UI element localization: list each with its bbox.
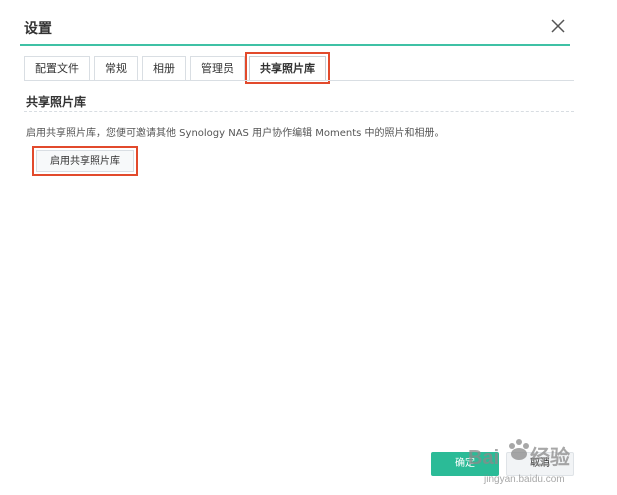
tabs-divider [24,80,574,81]
close-button[interactable] [548,16,568,36]
section-divider [24,111,574,112]
cancel-button[interactable]: 取消 [506,452,574,476]
settings-dialog: 设置 配置文件 常规 相册 管理员 共享照片库 共享照片库 启用共享照片库，您便… [8,0,608,495]
tab-shared-photo-library[interactable]: 共享照片库 [245,52,330,84]
enable-shared-library-button[interactable]: 启用共享照片库 [32,146,138,176]
tab-albums[interactable]: 相册 [142,56,186,80]
dialog-title: 设置 [24,21,52,37]
screenshot-frame: 设置 配置文件 常规 相册 管理员 共享照片库 共享照片库 启用共享照片库，您便… [0,0,617,495]
tab-bar: 配置文件 常规 相册 管理员 共享照片库 [24,52,330,84]
tab-profile[interactable]: 配置文件 [24,56,90,80]
section-title: 共享照片库 [26,95,87,109]
close-icon [551,19,565,33]
ok-button[interactable]: 确定 [431,452,499,476]
title-divider [20,44,570,46]
section-description: 启用共享照片库，您便可邀请其他 Synology NAS 用户协作编辑 Mome… [26,128,445,139]
tab-administrator[interactable]: 管理员 [190,56,245,80]
tab-general[interactable]: 常规 [94,56,138,80]
